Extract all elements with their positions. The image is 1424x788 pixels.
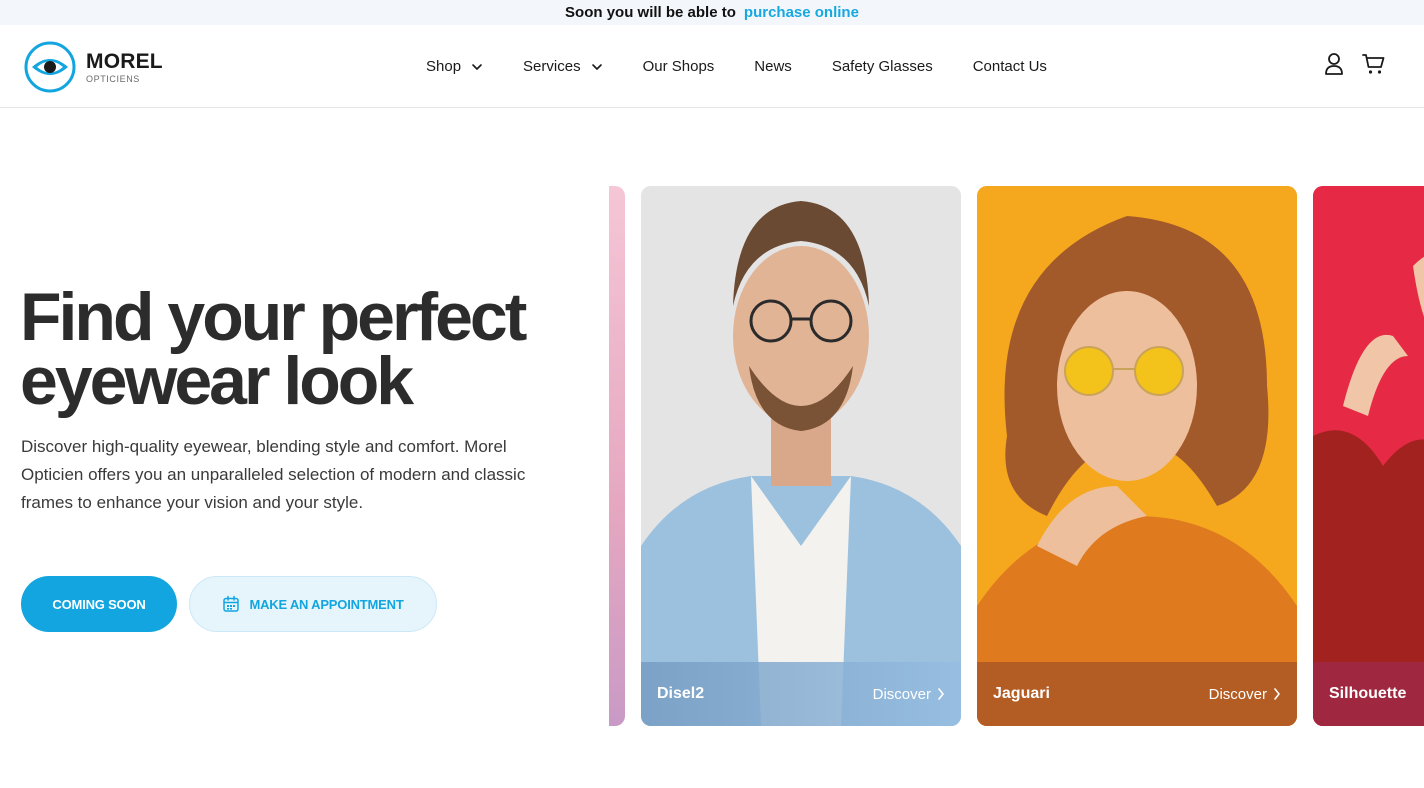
nav-item-label: Contact Us [972, 58, 1047, 75]
chevron-right-icon [1274, 688, 1280, 700]
discover-link[interactable]: Discover [1209, 686, 1281, 703]
eye-logo-icon [24, 41, 76, 93]
purchase-online-link[interactable]: purchase online [744, 4, 859, 21]
card-caption: Jaguari Discover [977, 662, 1297, 726]
hero-title: Find your perfect eyewear look [20, 283, 580, 415]
card-title: Jaguari [993, 685, 1050, 702]
nav-item-contact-us[interactable]: Contact Us [973, 58, 1047, 75]
card-title: Disel2 [657, 685, 705, 702]
carousel-card[interactable]: Silhouette [1313, 186, 1424, 726]
site-header: MOREL OPTICIENS Shop Services Our Shops … [0, 25, 1424, 108]
discover-link[interactable]: Discover [873, 686, 945, 703]
brand-logo[interactable]: MOREL OPTICIENS [24, 41, 163, 93]
nav-item-label: Safety Glasses [831, 58, 933, 75]
main-nav: Shop Services Our Shops News Safety Glas… [426, 25, 1087, 108]
announcement-bar: Soon you will be able to purchase online [0, 0, 1424, 25]
user-icon[interactable] [1324, 52, 1344, 76]
brand-name: MOREL [86, 49, 163, 73]
cart-icon[interactable] [1362, 52, 1386, 76]
chevron-down-icon [591, 63, 602, 70]
make-appointment-button[interactable]: MAKE AN APPOINTMENT [189, 576, 437, 632]
chevron-down-icon [472, 63, 482, 70]
model-photo-woman-red [1313, 186, 1424, 726]
nav-item-safety-glasses[interactable]: Safety Glasses [832, 58, 933, 75]
nav-item-label: Our Shops [642, 58, 715, 75]
carousel-card-partial[interactable] [609, 186, 625, 726]
hero-title-line2: eyewear look [20, 343, 414, 419]
coming-soon-button[interactable]: COMING SOON [21, 576, 177, 632]
nav-item-our-shops[interactable]: Our Shops [643, 58, 715, 75]
appointment-label: MAKE AN APPOINTMENT [249, 596, 404, 612]
nav-item-shop[interactable]: Shop [426, 58, 483, 75]
nav-item-news[interactable]: News [754, 58, 792, 75]
header-actions [1324, 52, 1386, 76]
carousel-card[interactable]: Disel2 Discover [641, 186, 961, 726]
model-photo-man [641, 186, 961, 726]
nav-item-label: Shop [426, 58, 462, 75]
brand-subtitle: OPTICIENS [86, 73, 140, 84]
card-title: Silhouette [1329, 685, 1407, 702]
nav-item-label: Services [523, 58, 581, 75]
nav-item-label: News [754, 58, 792, 75]
model-photo-woman [977, 186, 1297, 726]
card-caption: Disel2 Discover [641, 662, 961, 726]
discover-label: Discover [872, 685, 931, 703]
card-caption: Silhouette [1313, 662, 1424, 726]
chevron-right-icon [938, 688, 944, 700]
hero-description: Discover high-quality eyewear, blending … [21, 437, 526, 512]
discover-label: Discover [1208, 685, 1267, 703]
calendar-icon [223, 595, 240, 612]
carousel-card[interactable]: Jaguari Discover [977, 186, 1297, 726]
nav-item-services[interactable]: Services [523, 58, 603, 75]
announcement-text: Soon you will be able to [565, 4, 736, 21]
